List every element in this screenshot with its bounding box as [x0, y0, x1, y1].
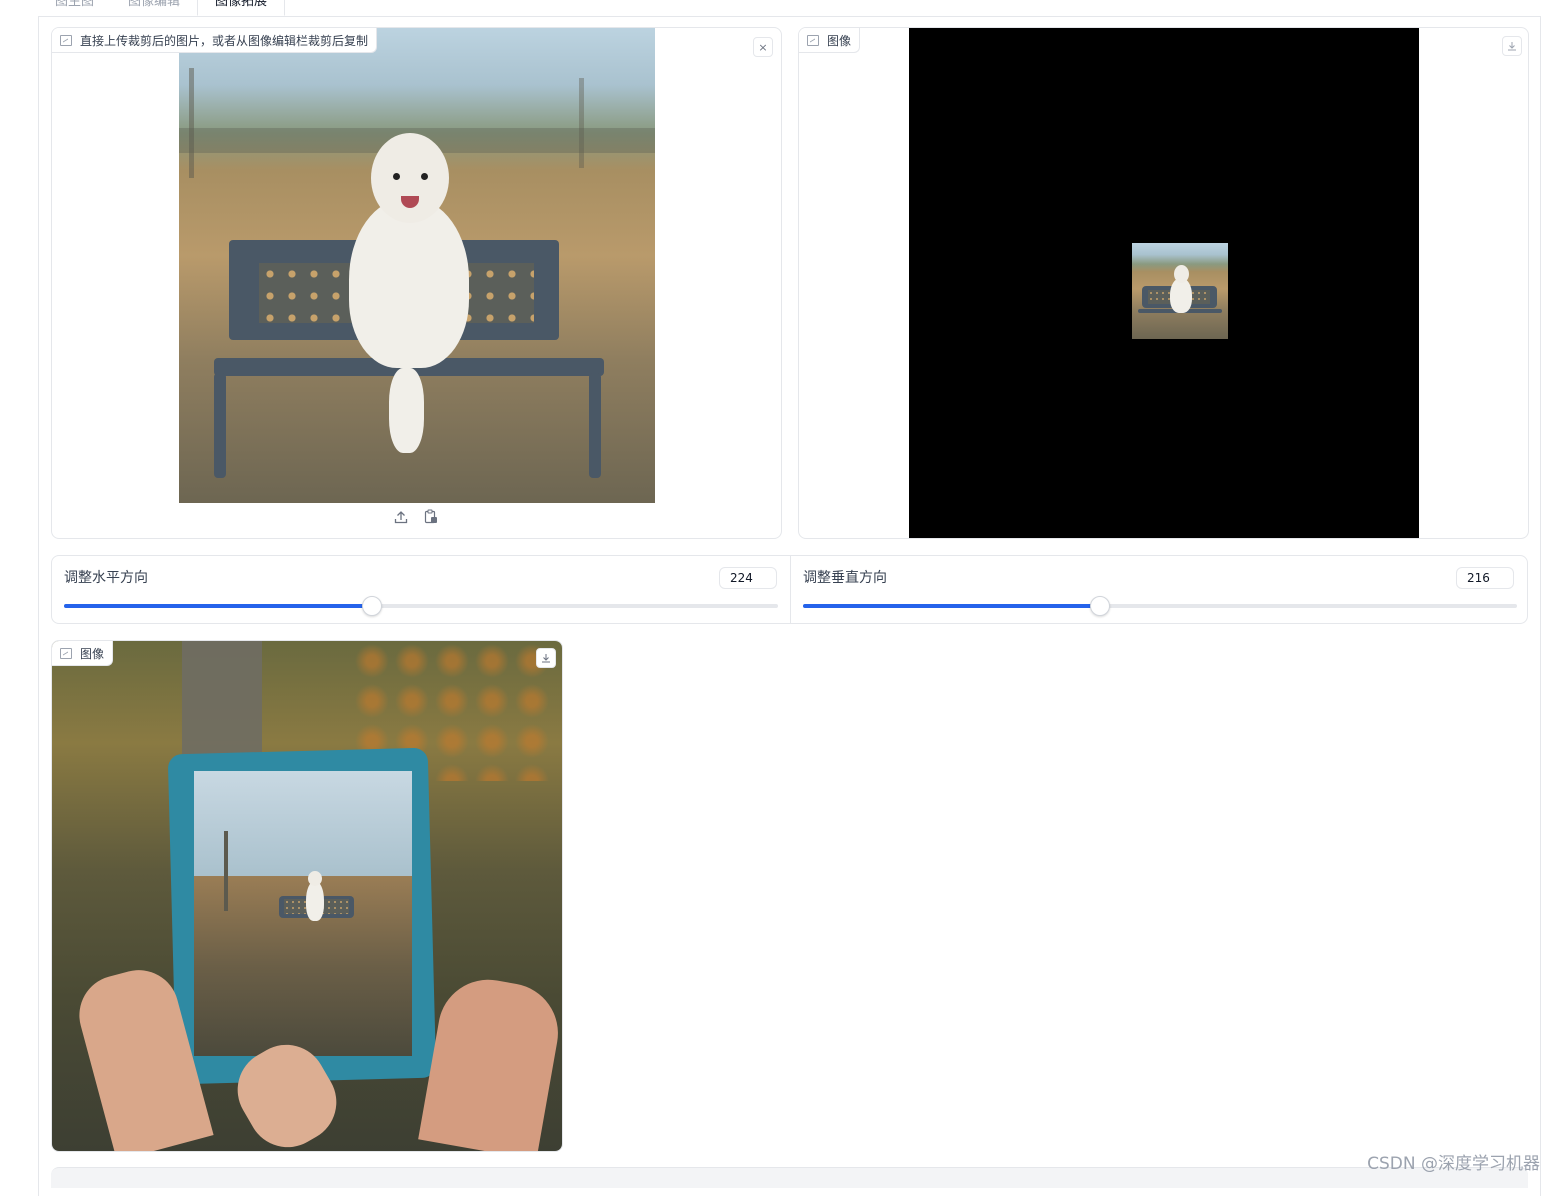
image-icon: [60, 647, 72, 659]
input-label-text: 直接上传裁剪后的图片，或者从图像编辑栏裁剪后复制: [80, 33, 369, 48]
image-icon: [807, 34, 819, 46]
vertical-slider-fill: [803, 604, 1100, 608]
preview-label-text: 图像: [827, 33, 852, 48]
uploaded-image: [179, 28, 655, 503]
bottom-bar: [51, 1167, 1528, 1188]
horizontal-value-input[interactable]: 224: [719, 567, 777, 589]
output-image: [52, 641, 562, 1151]
close-icon[interactable]: ×: [753, 37, 773, 57]
vertical-slider-handle[interactable]: [1090, 596, 1111, 616]
expanded-canvas: [909, 28, 1419, 538]
tab-image-expand[interactable]: 图像拓展: [197, 0, 286, 16]
slider-row: 调整水平方向 224 调整垂直方向 216: [51, 555, 1528, 624]
clipboard-icon[interactable]: [424, 509, 438, 524]
watermark: CSDN @深度学习机器: [1367, 1154, 1540, 1174]
download-icon[interactable]: [1502, 36, 1522, 56]
horizontal-slider-block: 调整水平方向 224: [52, 556, 791, 623]
input-image-panel[interactable]: 直接上传裁剪后的图片，或者从图像编辑栏裁剪后复制 ×: [51, 27, 782, 539]
vertical-slider-block: 调整垂直方向 216: [791, 556, 1528, 623]
input-image-label: 直接上传裁剪后的图片，或者从图像编辑栏裁剪后复制: [52, 28, 378, 53]
vertical-value-input[interactable]: 216: [1456, 567, 1514, 589]
output-label-text: 图像: [80, 646, 105, 661]
horizontal-slider-label: 调整水平方向: [64, 570, 148, 586]
vertical-slider-track[interactable]: [803, 596, 1517, 616]
tab-img2img[interactable]: 图生图: [38, 0, 111, 16]
preview-image-label: 图像: [799, 28, 861, 53]
upload-icon[interactable]: [394, 509, 408, 524]
tab-image-edit[interactable]: 图像编辑: [111, 0, 197, 16]
output-image-panel: 图像: [51, 640, 563, 1152]
image-icon: [60, 34, 72, 46]
horizontal-slider-fill: [64, 604, 372, 608]
download-icon[interactable]: [536, 648, 556, 668]
horizontal-slider-track[interactable]: [64, 596, 778, 616]
tab-bar: 图生图 图像编辑 图像拓展: [38, 0, 286, 16]
vertical-slider-label: 调整垂直方向: [803, 570, 887, 586]
preview-image-panel: 图像: [798, 27, 1529, 539]
thumbnail-image: [1132, 243, 1228, 339]
output-image-label: 图像: [52, 641, 114, 666]
horizontal-slider-handle[interactable]: [362, 596, 383, 616]
